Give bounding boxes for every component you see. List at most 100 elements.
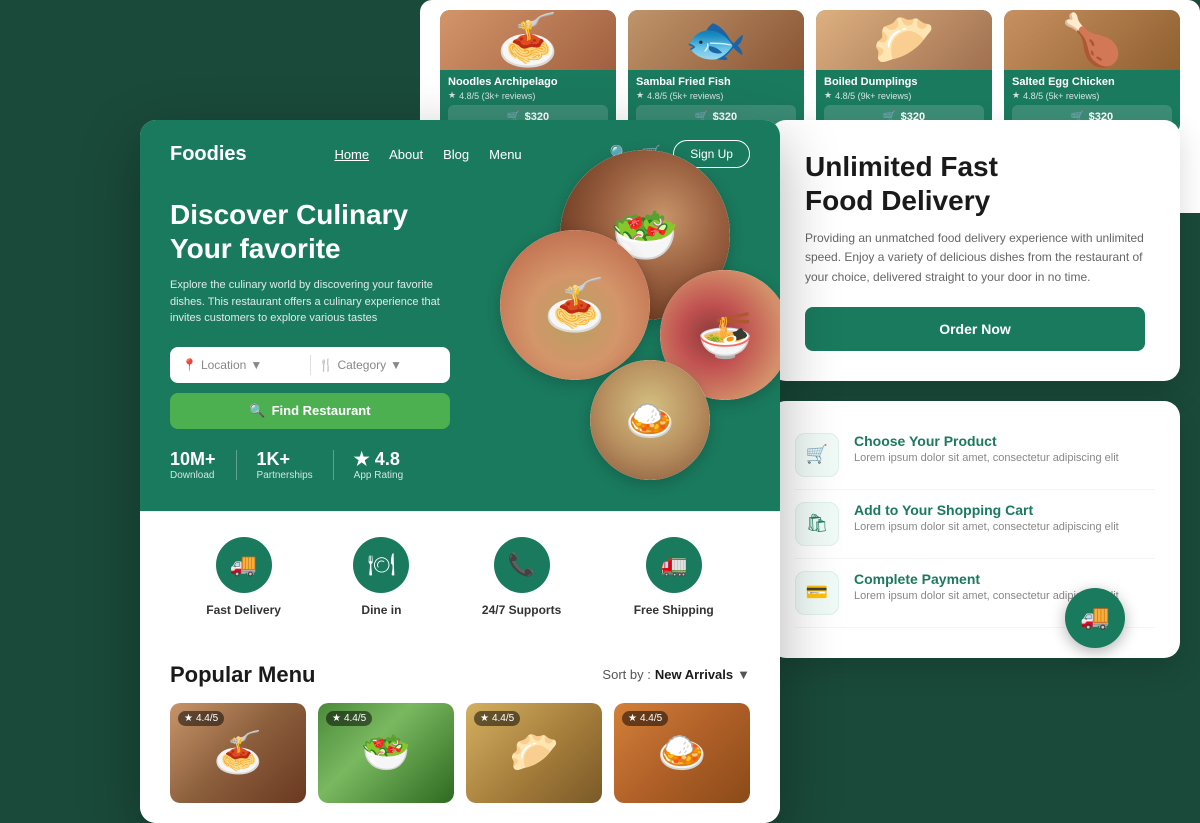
food-item-3-name: Salted Egg Chicken: [1012, 76, 1172, 88]
stat-downloads: 10M+ Download: [170, 449, 216, 481]
location-pin-icon: 📍: [182, 358, 197, 372]
food-item-2-decoration: 🥟: [816, 10, 992, 70]
food-item-0-name: Noodles Archipelago: [448, 76, 608, 88]
dine-in-label: Dine in: [361, 603, 401, 617]
popular-menu-title: Popular Menu: [170, 662, 315, 688]
step-2-content: Add to Your Shopping Cart Lorem ipsum do…: [854, 502, 1155, 533]
stat-downloads-label: Download: [170, 470, 216, 481]
plate-3: 🍝: [500, 230, 650, 380]
menu-card-2: 🥟 ★ 4.4/5: [466, 703, 602, 803]
food-item-2-rating: ★ 4.8/5 (9k+ reviews): [824, 90, 984, 101]
brand-logo: Foodies: [170, 143, 247, 166]
order-now-button[interactable]: Order Now: [805, 307, 1145, 351]
category-label: Category: [337, 358, 386, 372]
delivery-description: Providing an unmatched food delivery exp…: [805, 229, 1145, 287]
menu-card-0-rating: ★ 4.4/5: [178, 711, 224, 726]
step-1-icon: 🛒: [795, 433, 839, 477]
plate-food-4: 🍛: [590, 360, 710, 480]
step-1: 🛒 Choose Your Product Lorem ipsum dolor …: [795, 421, 1155, 490]
sort-value: New Arrivals: [655, 667, 733, 682]
food-item-0-rating: ★ 4.8/5 (3k+ reviews): [448, 90, 608, 101]
hero-description: Explore the culinary world by discoverin…: [170, 277, 450, 327]
stat-divider-1: [236, 450, 237, 480]
location-field[interactable]: 📍 Location ▼: [182, 358, 302, 372]
food-item-1: 🐟 Sambal Fried Fish ★ 4.8/5 (5k+ reviews…: [628, 10, 804, 134]
food-item-1-img: 🐟: [628, 10, 804, 70]
service-fast-delivery: 🚚 Fast Delivery: [206, 537, 281, 617]
search-bar: 📍 Location ▼ 🍴 Category ▼: [170, 347, 450, 383]
food-item-0-img: 🍝: [440, 10, 616, 70]
service-support: 📞 24/7 Supports: [482, 537, 561, 617]
service-dine-in: 🍽 Dine in: [353, 537, 409, 617]
sort-label: Sort by :: [602, 667, 650, 682]
category-chevron-icon: ▼: [390, 358, 402, 372]
right-panel: Unlimited Fast Food Delivery Providing a…: [770, 120, 1200, 658]
food-item-0: 🍝 Noodles Archipelago ★ 4.8/5 (3k+ revie…: [440, 10, 616, 134]
stat-rating-label: App Rating: [354, 470, 403, 481]
hero-title-line1: Discover Culinary: [170, 199, 408, 230]
menu-card-3: 🍛 ★ 4.4/5: [614, 703, 750, 803]
delivery-fab-button[interactable]: 🚚: [1065, 588, 1125, 648]
delivery-title: Unlimited Fast Food Delivery: [805, 150, 1145, 217]
popular-menu-section: Popular Menu Sort by : New Arrivals ▼ 🍝 …: [140, 642, 780, 823]
step-2-desc: Lorem ipsum dolor sit amet, consectetur …: [854, 521, 1155, 533]
stat-partnerships: 1K+ Partnerships: [257, 449, 313, 481]
stat-divider-2: [333, 450, 334, 480]
hero-content: Discover Culinary Your favorite Explore …: [170, 198, 450, 481]
free-shipping-label: Free Shipping: [634, 603, 714, 617]
nav-link-about[interactable]: About: [389, 147, 423, 162]
food-item-3-img: 🍗: [1004, 10, 1180, 70]
step-3-icon: 💳: [795, 571, 839, 615]
step-3-title: Complete Payment: [854, 571, 1155, 587]
find-btn-label: Find Restaurant: [272, 403, 371, 418]
free-shipping-icon: 🚛: [646, 537, 702, 593]
food-item-2: 🥟 Boiled Dumplings ★ 4.8/5 (9k+ reviews)…: [816, 10, 992, 134]
food-item-3: 🍗 Salted Egg Chicken ★ 4.8/5 (5k+ review…: [1004, 10, 1180, 134]
category-field[interactable]: 🍴 Category ▼: [319, 358, 439, 372]
fast-delivery-label: Fast Delivery: [206, 603, 281, 617]
food-item-0-decoration: 🍝: [440, 10, 616, 70]
hero-title-line2: Your favorite: [170, 233, 341, 264]
menu-card-2-rating: ★ 4.4/5: [474, 711, 520, 726]
hero-title: Discover Culinary Your favorite: [170, 198, 450, 265]
stats-row: 10M+ Download 1K+ Partnerships ★ 4.8 App…: [170, 449, 450, 481]
plate-food-3: 🍝: [500, 230, 650, 380]
food-item-3-rating: ★ 4.8/5 (5k+ reviews): [1012, 90, 1172, 101]
menu-card-1-rating: ★ 4.4/5: [326, 711, 372, 726]
step-1-title: Choose Your Product: [854, 433, 1155, 449]
support-icon: 📞: [494, 537, 550, 593]
food-item-1-name: Sambal Fried Fish: [636, 76, 796, 88]
food-plates-decoration: 🥗 🍜 🍝 🍛: [450, 150, 780, 490]
popular-menu-header: Popular Menu Sort by : New Arrivals ▼: [170, 662, 750, 688]
menu-card-0: 🍝 ★ 4.4/5: [170, 703, 306, 803]
find-restaurant-button[interactable]: 🔍 Find Restaurant: [170, 393, 450, 429]
menu-card-3-rating: ★ 4.4/5: [622, 711, 668, 726]
location-label: Location: [201, 358, 246, 372]
sort-chevron-icon: ▼: [737, 667, 750, 682]
menu-card-1: 🥗 ★ 4.4/5: [318, 703, 454, 803]
service-free-shipping: 🚛 Free Shipping: [634, 537, 714, 617]
step-2: 🛍 Add to Your Shopping Cart Lorem ipsum …: [795, 490, 1155, 559]
support-label: 24/7 Supports: [482, 603, 561, 617]
dine-in-icon: 🍽: [353, 537, 409, 593]
step-2-icon: 🛍: [795, 502, 839, 546]
steps-card: 🛒 Choose Your Product Lorem ipsum dolor …: [770, 401, 1180, 658]
nav-link-home[interactable]: Home: [334, 147, 369, 162]
food-item-1-decoration: 🐟: [628, 10, 804, 70]
food-item-2-img: 🥟: [816, 10, 992, 70]
services-section: 🚚 Fast Delivery 🍽 Dine in 📞 24/7 Support…: [140, 511, 780, 642]
hero-section: Foodies Home About Blog Menu 🔍 🛒 Sign Up…: [140, 120, 780, 511]
food-item-3-decoration: 🍗: [1004, 10, 1180, 70]
menu-items-row: 🍝 ★ 4.4/5 🥗 ★ 4.4/5 🥟: [170, 703, 750, 803]
stat-rating: ★ 4.8 App Rating: [354, 449, 403, 481]
search-divider: [310, 355, 311, 375]
sort-control[interactable]: Sort by : New Arrivals ▼: [602, 667, 750, 682]
stat-downloads-value: 10M+: [170, 449, 216, 470]
food-item-2-name: Boiled Dumplings: [824, 76, 984, 88]
stat-rating-value: ★ 4.8: [354, 449, 403, 470]
plate-4: 🍛: [590, 360, 710, 480]
step-2-title: Add to Your Shopping Cart: [854, 502, 1155, 518]
stat-partnerships-value: 1K+: [257, 449, 313, 470]
step-1-content: Choose Your Product Lorem ipsum dolor si…: [854, 433, 1155, 464]
fast-delivery-icon: 🚚: [216, 537, 272, 593]
